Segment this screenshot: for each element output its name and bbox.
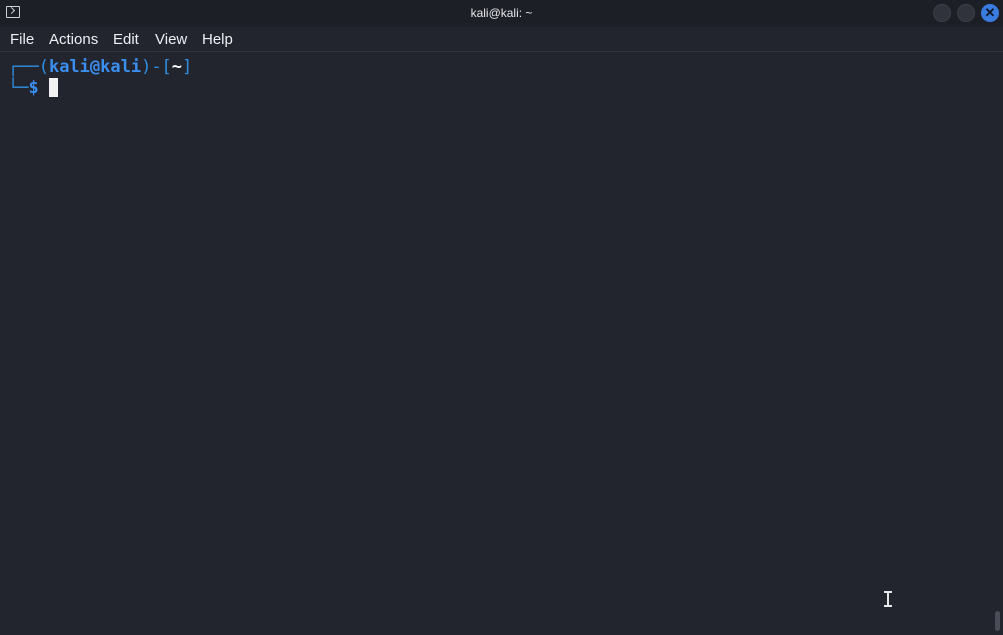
terminal-area[interactable]: ┌──(kali@kali)-[~] └─$ (0, 52, 1003, 635)
menu-bar: File Actions Edit View Help (0, 27, 1003, 52)
title-bar[interactable]: kali@kali: ~ ✕ (0, 0, 1003, 27)
minimize-icon[interactable] (933, 4, 951, 22)
prompt-symbol: $ (28, 78, 39, 98)
menu-help[interactable]: Help (202, 31, 233, 48)
window-title: kali@kali: ~ (470, 6, 533, 20)
prompt-user-host: kali@kali (48, 57, 142, 77)
menu-edit[interactable]: Edit (113, 31, 139, 48)
prompt-directory: ~ (171, 57, 183, 77)
prompt-line-2: └─$ (8, 77, 58, 99)
menu-view[interactable]: View (155, 31, 187, 48)
menu-file[interactable]: File (10, 31, 34, 48)
menu-actions[interactable]: Actions (49, 31, 98, 48)
prompt-frame-mid: )-[ (141, 57, 172, 77)
prompt-frame-end: ] (182, 57, 193, 77)
text-cursor-icon (884, 591, 892, 607)
scrollbar-handle[interactable] (995, 611, 1000, 631)
prompt-line-1: ┌──(kali@kali)-[~] (8, 56, 192, 78)
terminal-window: kali@kali: ~ ✕ File Actions Edit View He… (0, 0, 1003, 635)
prompt-frame-bottom: └─ (8, 78, 29, 98)
prompt-frame-top: ┌──( (8, 57, 49, 77)
maximize-icon[interactable] (957, 4, 975, 22)
text-cursor (48, 78, 58, 97)
close-icon[interactable]: ✕ (981, 4, 999, 22)
